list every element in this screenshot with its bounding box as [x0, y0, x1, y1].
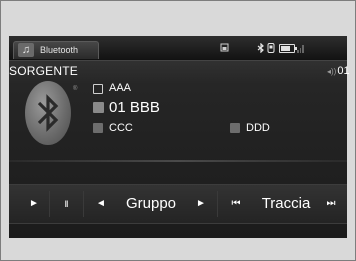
source-tab[interactable]: ♫ Bluetooth [13, 41, 99, 59]
separator [83, 191, 84, 217]
album-text: AAA [109, 82, 132, 94]
divider [9, 160, 347, 162]
track-number: ◂))01 [327, 65, 350, 77]
track-prev-button[interactable]: ⏮ [225, 185, 247, 223]
screen-frame: ♫ Bluetooth SORGENTE ◂))01 ® AAA 01 BBB … [0, 0, 356, 261]
genre-icon [230, 123, 240, 133]
header-bar: ♫ Bluetooth [9, 36, 347, 61]
signal-icon [297, 43, 305, 53]
audio-screen: ♫ Bluetooth SORGENTE ◂))01 ® AAA 01 BBB … [9, 36, 350, 238]
separator [217, 191, 218, 217]
track-next-button[interactable]: ⏭ [320, 185, 342, 223]
bluetooth-icon [257, 42, 265, 54]
track-number-value: 01 [337, 65, 350, 77]
group-next-button[interactable]: ► [191, 185, 211, 223]
source-label: SORGENTE [9, 64, 78, 78]
source-tab-label: Bluetooth [40, 45, 79, 55]
separator [49, 191, 50, 217]
play-button[interactable]: ► [23, 185, 45, 223]
artist-text: CCC [109, 122, 133, 134]
control-bar: ► II ◄ Gruppo ► ⏮ Traccia ⏭ [9, 184, 347, 224]
phone-icon [220, 43, 229, 53]
phone-signal-icon [267, 43, 276, 53]
pause-button[interactable]: II [55, 185, 77, 223]
track-title-text: 01 BBB [109, 99, 160, 116]
genre-text: DDD [246, 122, 270, 134]
track-label: Traccia [261, 195, 311, 212]
battery-icon [279, 44, 297, 53]
registered-mark: ® [73, 86, 78, 92]
album-icon [93, 84, 103, 94]
group-label: Gruppo [125, 195, 177, 212]
music-note-icon: ♫ [18, 43, 34, 57]
bluetooth-logo-icon [25, 81, 71, 145]
track-icon [93, 102, 104, 113]
speaker-icon: ◂)) [327, 67, 337, 76]
group-prev-button[interactable]: ◄ [91, 185, 111, 223]
artist-icon [93, 123, 103, 133]
